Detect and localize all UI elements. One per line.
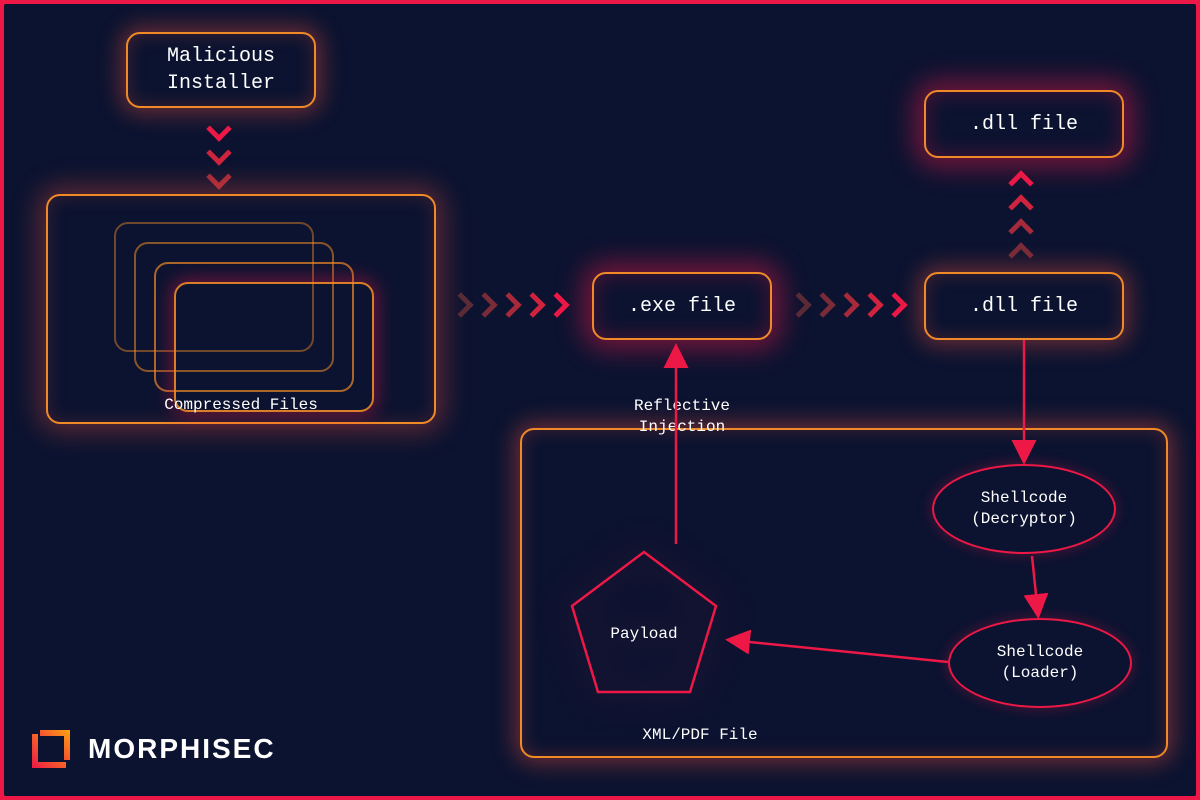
node-label: .dll file [970, 293, 1078, 320]
node-payload: Payload [564, 544, 724, 699]
brand-name: MORPHISEC [88, 733, 276, 765]
node-dll-file-top: .dll file [924, 90, 1124, 158]
node-shellcode-loader: Shellcode (Loader) [948, 618, 1132, 708]
node-label: Payload [564, 625, 724, 643]
compressed-files-caption: Compressed Files [46, 396, 436, 414]
node-label: .dll file [970, 111, 1078, 138]
node-malicious-installer: Malicious Installer [126, 32, 316, 108]
node-exe-file: .exe file [592, 272, 772, 340]
node-shellcode-decryptor: Shellcode (Decryptor) [932, 464, 1116, 554]
diagram-canvas: Malicious Installer Compressed Files .ex… [4, 4, 1196, 796]
node-label: Malicious Installer [167, 43, 275, 97]
node-dll-file-mid: .dll file [924, 272, 1124, 340]
arrow-exe-to-dll [790, 296, 906, 314]
xml-pdf-caption: XML/PDF File [520, 726, 880, 744]
arrow-compressed-to-exe [452, 296, 568, 314]
reflective-injection-label: Reflective Injection [592, 396, 772, 438]
node-label: .exe file [628, 293, 736, 320]
brand-logo: MORPHISEC [26, 724, 276, 774]
arrow-installer-to-compressed [210, 120, 228, 188]
brand-mark-icon [26, 724, 76, 774]
node-label: Shellcode (Decryptor) [971, 488, 1077, 530]
node-label: Shellcode (Loader) [997, 642, 1083, 684]
arrow-dll-up [1012, 172, 1030, 264]
compressed-layer [174, 282, 374, 412]
